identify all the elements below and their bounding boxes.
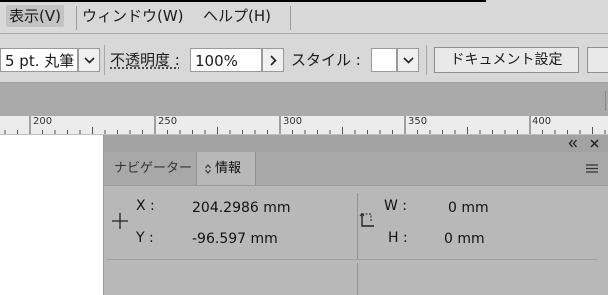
menu-bar: 表示(V) ウィンドウ(W) ヘルプ(H) <box>0 0 608 34</box>
horizontal-ruler[interactable]: 200 250 300 350 400 <box>0 116 608 135</box>
style-label: スタイル : <box>291 51 361 69</box>
window-top-edge <box>0 0 486 2</box>
updown-arrows-icon <box>205 163 211 174</box>
brush-field[interactable]: 5 pt. 丸筆 <box>0 48 78 72</box>
y-value: -96.597 mm <box>192 231 278 247</box>
brush-dropdown-button[interactable] <box>78 48 100 72</box>
strip-divider <box>605 91 606 111</box>
info-panel: ナビゲーター 情報 X : 204.2986 mm Y : -96.597 mm… <box>103 135 608 295</box>
style-dropdown-button[interactable] <box>397 48 419 72</box>
chevron-right-icon <box>269 54 277 66</box>
x-label: X : <box>136 198 155 214</box>
opacity-input[interactable]: 100% <box>190 48 262 72</box>
tab-info[interactable]: 情報 <box>196 152 256 185</box>
ruler-label: 400 <box>532 116 552 127</box>
tab-info-label: 情報 <box>215 161 242 176</box>
crosshair-icon <box>112 213 128 229</box>
style-swatch[interactable] <box>371 48 397 72</box>
collapse-icon[interactable] <box>568 139 578 148</box>
ruler-label: 300 <box>283 116 303 127</box>
x-value: 204.2986 mm <box>192 200 291 216</box>
menu-view[interactable]: 表示(V) <box>6 5 64 27</box>
tab-navigator[interactable]: ナビゲーター <box>104 152 196 185</box>
opacity-arrow-button[interactable] <box>262 48 284 72</box>
chevron-down-icon <box>402 56 414 64</box>
menu-separator <box>76 6 77 30</box>
hamburger-menu-icon[interactable] <box>586 164 598 173</box>
ruler-label: 250 <box>158 116 178 127</box>
menu-window[interactable]: ウィンドウ(W) <box>82 5 184 27</box>
info-row-divider <box>106 259 598 260</box>
info-divider <box>357 263 358 295</box>
ruler-ticks <box>4 116 606 134</box>
menu-help[interactable]: ヘルプ(H) <box>203 5 271 27</box>
opacity-label[interactable]: 不透明度 : <box>110 48 180 72</box>
info-divider <box>357 193 358 259</box>
close-icon[interactable] <box>590 139 599 148</box>
h-value: 0 mm <box>444 231 485 247</box>
ruler-label: 200 <box>33 116 53 127</box>
tab-strip <box>0 83 608 116</box>
w-value: 0 mm <box>448 200 489 216</box>
h-label: H : <box>388 230 408 246</box>
control-separator <box>104 45 105 75</box>
panel-tab-row: ナビゲーター 情報 <box>104 152 608 186</box>
ruler-label: 350 <box>408 116 428 127</box>
menu-separator <box>290 6 291 30</box>
y-label: Y : <box>136 230 154 246</box>
control-bar: 5 pt. 丸筆 不透明度 : 100% スタイル : ドキュメント設定 <box>0 34 608 83</box>
next-control-button[interactable] <box>587 47 608 73</box>
w-label: W : <box>384 198 408 214</box>
panel-title-bar[interactable] <box>104 135 608 152</box>
transform-box-icon <box>359 212 374 227</box>
chevron-down-icon <box>83 56 95 64</box>
document-settings-button[interactable]: ドキュメント設定 <box>434 47 579 73</box>
control-separator <box>426 45 427 75</box>
